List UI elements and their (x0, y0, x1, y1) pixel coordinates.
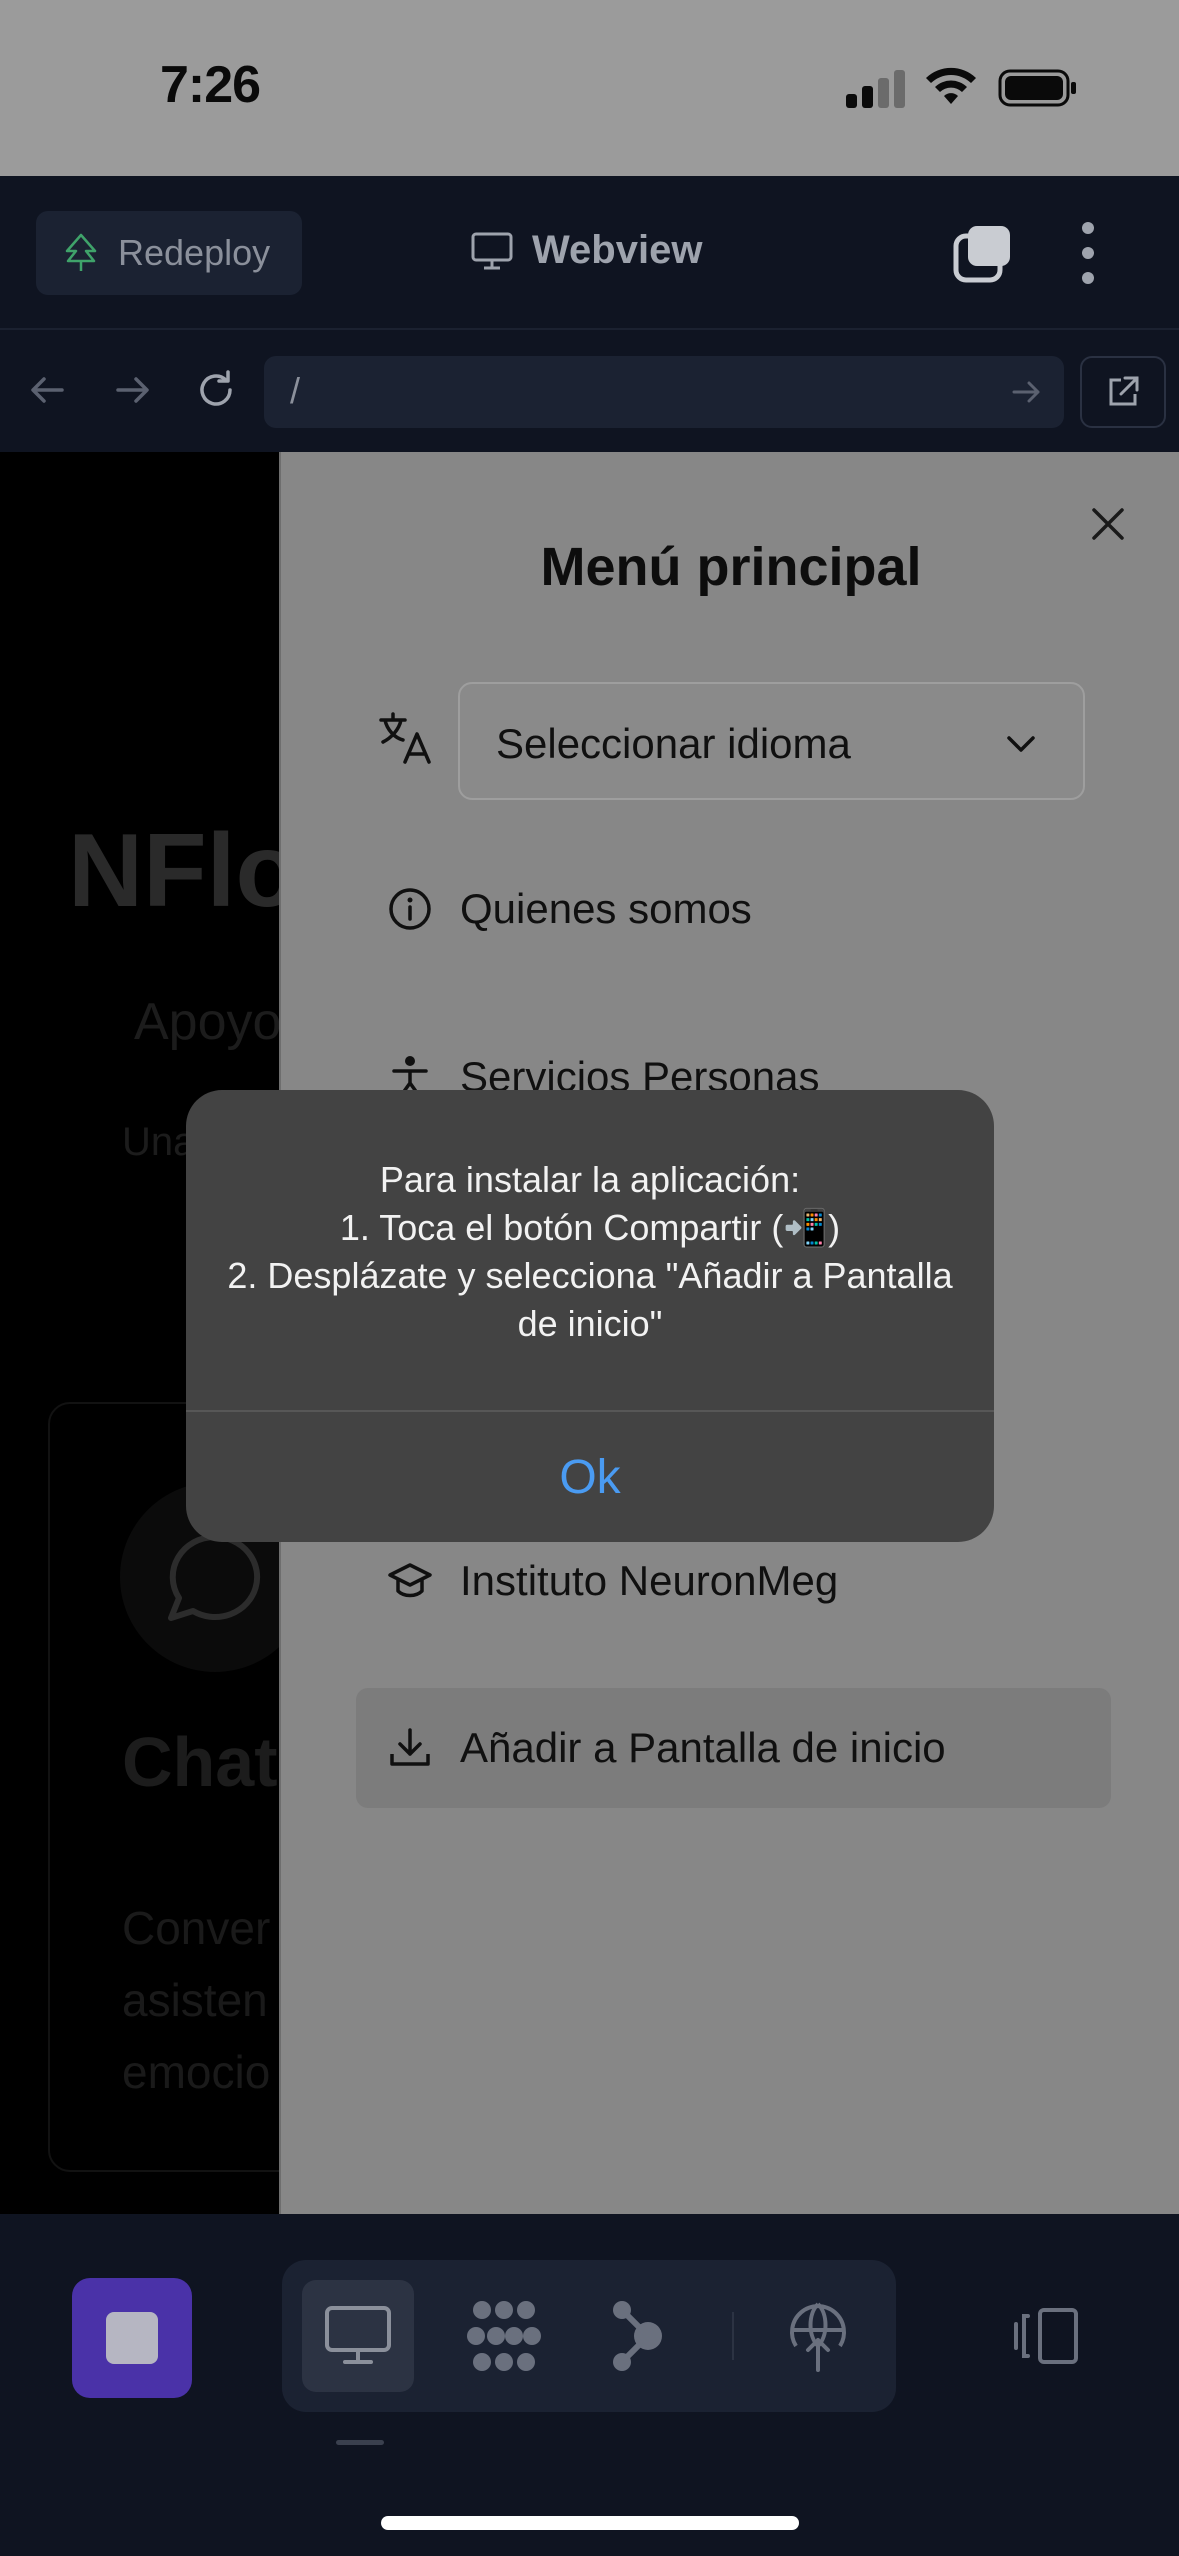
drag-handle[interactable] (336, 2440, 384, 2445)
monitor-icon (471, 232, 513, 269)
status-bar: 7:26 (0, 0, 1179, 176)
go-arrow-icon[interactable] (1006, 372, 1046, 412)
globe-upload-icon (790, 2302, 846, 2372)
external-link-icon (1109, 376, 1139, 406)
url-bar: / (0, 330, 1179, 452)
menu-title: Menú principal (540, 537, 922, 597)
more-options-icon[interactable] (1072, 220, 1106, 286)
redeploy-button[interactable]: Redeploy (36, 211, 302, 295)
tabs-icon[interactable] (952, 222, 1014, 284)
translate-icon (379, 712, 431, 764)
cellular-signal-icon (846, 70, 906, 108)
forward-arrow-icon[interactable] (108, 366, 156, 414)
app-top-bar: Redeploy Webview (0, 176, 1179, 330)
redeploy-label: Redeploy (118, 232, 271, 273)
back-arrow-icon[interactable] (24, 366, 72, 414)
open-external-button[interactable] (1080, 356, 1166, 428)
stop-button[interactable] (72, 2278, 192, 2398)
menu-item-quienes-somos[interactable]: Quienes somos (356, 849, 1111, 969)
redeploy-tree-icon (65, 233, 97, 271)
wifi-icon (926, 67, 976, 104)
menu-item-add-to-home-screen[interactable]: Añadir a Pantalla de inicio (356, 1688, 1111, 1808)
menu-item-label: Añadir a Pantalla de inicio (460, 1724, 946, 1771)
graduation-cap-icon (388, 1563, 432, 1598)
graph-tool-button[interactable] (582, 2280, 694, 2392)
webview-label: Webview (532, 228, 703, 272)
chevron-down-icon (1007, 736, 1035, 752)
webview-title: Webview (470, 228, 702, 273)
url-input[interactable]: / (264, 356, 1064, 428)
stop-icon (106, 2312, 158, 2364)
url-text: / (290, 370, 301, 411)
status-time: 7:26 (160, 56, 261, 114)
install-alert-dialog: Para instalar la aplicación: 1. Toca el … (186, 1090, 994, 1542)
side-panel-icon[interactable] (1010, 2304, 1082, 2368)
alert-message: Para instalar la aplicación: 1. Toca el … (227, 1159, 953, 1344)
language-select[interactable]: Seleccionar idioma (458, 682, 1085, 800)
page-subtitle: Apoyo (134, 993, 282, 1051)
tool-group (282, 2260, 896, 2412)
battery-icon (998, 69, 1076, 107)
language-select-value: Seleccionar idioma (496, 720, 851, 767)
deploy-tool-button[interactable] (762, 2280, 874, 2392)
alert-ok-button[interactable]: Ok (186, 1412, 994, 1542)
monitor-icon (325, 2306, 391, 2364)
home-indicator[interactable] (381, 2516, 799, 2530)
menu-item-label: Quienes somos (460, 885, 752, 932)
bottom-toolbar (0, 2214, 1179, 2556)
cluster-icon (467, 2301, 541, 2371)
info-icon (389, 888, 431, 930)
card-title: Chat (122, 1723, 278, 1801)
page-title: NFlo (68, 813, 300, 929)
reload-icon[interactable] (192, 366, 240, 414)
apps-grid-tool-button[interactable] (448, 2280, 560, 2392)
node-graph-icon (613, 2301, 662, 2371)
download-icon (390, 1728, 430, 1766)
toolbar-separator (732, 2312, 734, 2360)
webview-tool-button[interactable] (302, 2280, 414, 2392)
menu-item-label: Instituto NeuronMeg (460, 1557, 839, 1604)
